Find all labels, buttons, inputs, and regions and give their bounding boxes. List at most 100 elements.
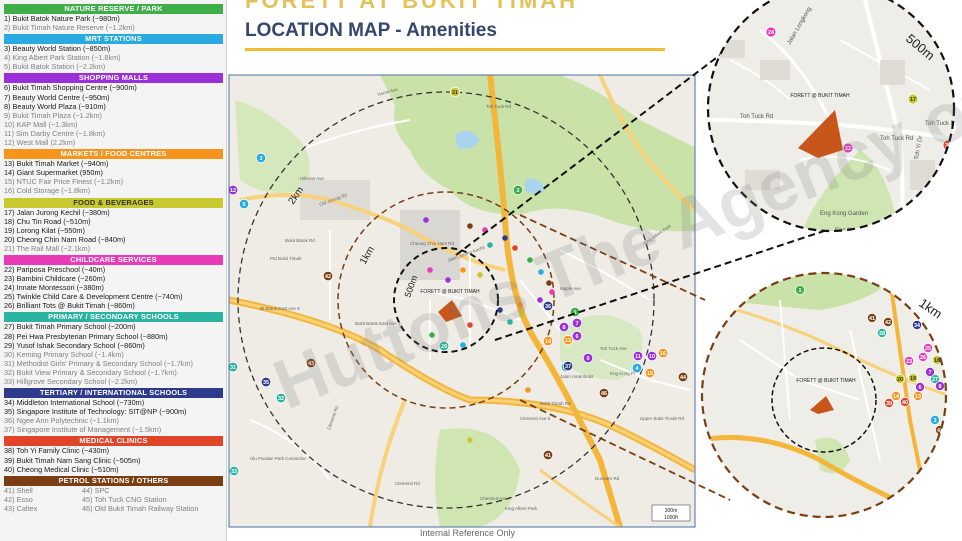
road-label: Chestnut Ave bbox=[480, 496, 507, 501]
map-marker[interactable]: 23 bbox=[904, 355, 915, 366]
map-marker[interactable]: 43 bbox=[935, 424, 946, 435]
marker-number: 42 bbox=[885, 320, 891, 326]
map-marker[interactable]: 1 bbox=[795, 284, 806, 295]
marker-number: 16 bbox=[660, 351, 666, 357]
marker-number: 31 bbox=[230, 365, 236, 371]
marker-number: 24 bbox=[768, 30, 775, 36]
road-label: Toh Tuck Ave bbox=[600, 346, 627, 351]
marker-number: 46 bbox=[601, 391, 607, 397]
footer-note: Internal Reference Only bbox=[420, 528, 516, 538]
marker-number: 14 bbox=[893, 394, 900, 400]
marker-number: 18 bbox=[934, 358, 940, 364]
map-marker[interactable]: 41 bbox=[542, 449, 554, 461]
marker-number: 35 bbox=[907, 486, 913, 492]
scale-meters: 300m bbox=[665, 508, 678, 514]
marker-number: 5 bbox=[242, 202, 245, 208]
map-marker[interactable]: 37 bbox=[562, 360, 574, 372]
road-label: Clementi Rd bbox=[395, 481, 420, 486]
map-marker[interactable]: 5 bbox=[238, 198, 250, 210]
map-marker[interactable]: 4 bbox=[631, 362, 643, 374]
map-marker[interactable]: 9 bbox=[582, 352, 594, 364]
map-marker[interactable]: 41 bbox=[867, 312, 878, 323]
road-label: Ulu Pandan Park Connector bbox=[250, 456, 307, 461]
map-marker[interactable]: 28 bbox=[877, 327, 888, 338]
map-marker[interactable]: 6 bbox=[915, 381, 926, 392]
marker-number: 23 bbox=[906, 359, 912, 365]
map-marker[interactable]: 15 bbox=[644, 367, 656, 379]
map-marker[interactable]: 7 bbox=[571, 317, 583, 329]
marker-number: 7 bbox=[575, 321, 578, 327]
inset-1km-site-label: FORETT @ BUKIT TIMAH bbox=[796, 378, 856, 384]
marker-number: 6 bbox=[575, 334, 578, 340]
marker-number: 12 bbox=[230, 188, 236, 194]
map-marker[interactable]: 10 bbox=[646, 350, 658, 362]
map-marker[interactable]: 33 bbox=[229, 465, 240, 477]
inset-1km-label: 1km bbox=[916, 295, 945, 321]
road-label: Ptd Bukit Timah bbox=[270, 256, 302, 261]
map-marker[interactable]: 44 bbox=[677, 371, 689, 383]
map-marker[interactable]: 24 bbox=[765, 26, 777, 38]
map-marker[interactable]: 39 bbox=[884, 397, 895, 408]
map-marker[interactable]: 8 bbox=[935, 380, 946, 391]
marker-number: 28 bbox=[879, 331, 885, 337]
map-marker[interactable]: 8 bbox=[558, 321, 570, 333]
marker-number: 43 bbox=[937, 428, 943, 434]
marker-number: 6 bbox=[918, 385, 921, 391]
map-marker[interactable]: 14 bbox=[542, 335, 554, 347]
map-marker[interactable]: 16 bbox=[657, 347, 669, 359]
marker-number: 40 bbox=[902, 400, 908, 406]
map-marker[interactable]: 2 bbox=[512, 184, 524, 196]
map-marker[interactable]: 3 bbox=[930, 414, 941, 425]
map-marker[interactable]: 34 bbox=[912, 319, 923, 330]
marker-number: 7 bbox=[928, 370, 931, 376]
poi-dot bbox=[525, 387, 531, 393]
map-marker[interactable]: 40 bbox=[900, 396, 911, 407]
road-label: Toh Tuck Rd bbox=[740, 114, 773, 120]
marker-number: 8 bbox=[938, 384, 941, 390]
marker-number: 26 bbox=[920, 355, 926, 361]
map-marker[interactable]: 35 bbox=[905, 482, 916, 493]
road-label: Eng Kong Garden bbox=[820, 211, 868, 217]
map-marker[interactable]: 21 bbox=[449, 86, 461, 98]
marker-number: 41 bbox=[869, 316, 875, 322]
map-marker[interactable]: 25 bbox=[923, 342, 934, 353]
map-marker[interactable]: 42 bbox=[322, 270, 334, 282]
marker-number: 33 bbox=[231, 469, 237, 475]
map-marker[interactable]: 42 bbox=[883, 316, 894, 327]
map-marker[interactable]: 26 bbox=[918, 351, 929, 362]
road-label: Eng Kong Pl bbox=[610, 371, 635, 376]
location-map: FORETT @ BUKIT TIMAH 2km 1km 500m Hume A… bbox=[228, 0, 962, 528]
map-marker[interactable]: 11 bbox=[632, 350, 644, 362]
map-marker[interactable]: 19 bbox=[908, 372, 919, 383]
map-marker[interactable]: 20 bbox=[895, 373, 906, 384]
marker-number: 44 bbox=[680, 375, 687, 381]
marker-number: 15 bbox=[647, 371, 653, 377]
road-label: Upper Bukit Timah Rd bbox=[640, 416, 685, 421]
map-marker[interactable]: 14 bbox=[891, 390, 902, 401]
road-label: Toh Tuck Rd bbox=[486, 104, 512, 109]
road-label: Bukit Batok Rd bbox=[285, 238, 315, 243]
road-label: King Albert Park bbox=[505, 506, 538, 511]
map-marker[interactable]: 46 bbox=[598, 387, 610, 399]
marker-number: 3 bbox=[259, 156, 262, 162]
marker-number: 11 bbox=[635, 354, 641, 360]
road-label: Hillview Ave bbox=[300, 176, 324, 181]
marker-number: 13 bbox=[565, 338, 571, 344]
marker-number: 14 bbox=[545, 339, 552, 345]
map-marker[interactable]: 3 bbox=[255, 152, 267, 164]
marker-number: 20 bbox=[897, 377, 903, 383]
map-marker[interactable]: 6 bbox=[571, 330, 583, 342]
poi-dot bbox=[423, 217, 429, 223]
road-label: Dunearn Rd bbox=[595, 476, 620, 481]
marker-number: 41 bbox=[545, 453, 551, 459]
map-marker[interactable]: 35 bbox=[260, 376, 272, 388]
map-marker[interactable]: 13 bbox=[562, 334, 574, 346]
map-marker[interactable]: 12 bbox=[228, 184, 239, 196]
marker-number: 19 bbox=[910, 376, 916, 382]
map-marker[interactable]: 31 bbox=[228, 361, 239, 373]
map-marker[interactable]: 13 bbox=[913, 390, 924, 401]
map-marker[interactable]: 7 bbox=[925, 366, 936, 377]
road-label: Tuck Rd bbox=[930, 231, 952, 237]
poi-dot bbox=[487, 242, 493, 248]
marker-number: 8 bbox=[562, 325, 565, 331]
